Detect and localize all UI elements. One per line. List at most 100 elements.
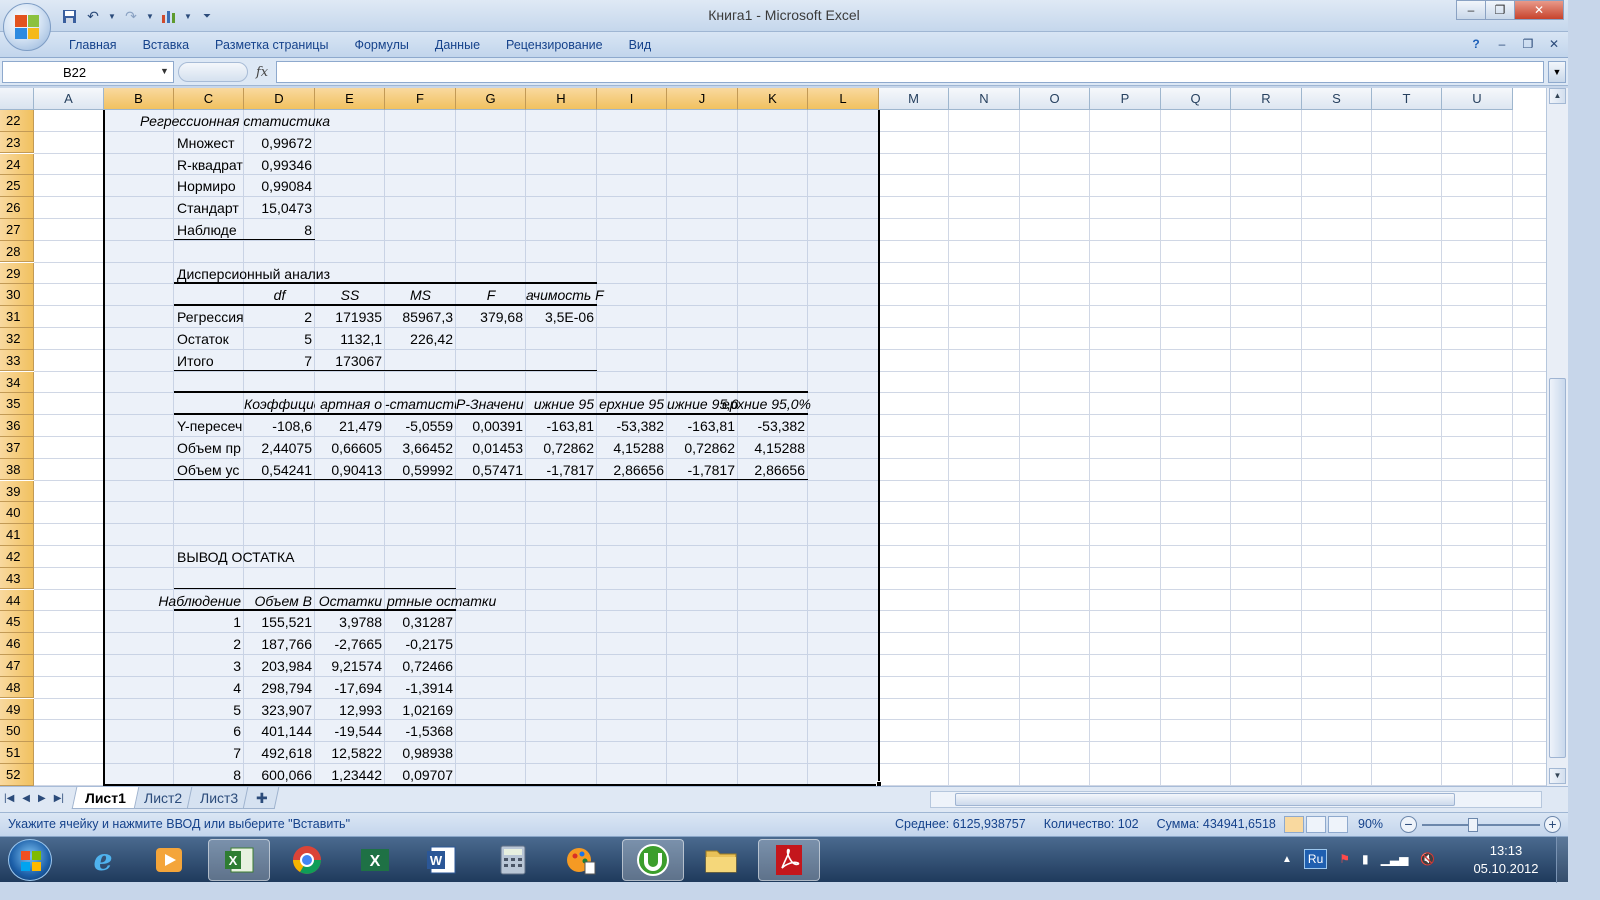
residual-value[interactable]: 12,993 [315,699,385,721]
residual-value[interactable]: 155,521 [244,611,315,633]
coef-value[interactable]: -163,81 [667,415,738,437]
column-header-l[interactable]: L [808,88,879,110]
excel-icon[interactable]: X [344,839,406,881]
horizontal-scroll-thumb[interactable] [955,793,1455,806]
residual-value[interactable]: 203,984 [244,655,315,677]
show-desktop-button[interactable] [1556,837,1568,883]
residual-value[interactable]: 187,766 [244,633,315,655]
network-icon[interactable]: ▁▃▅ [1381,852,1409,866]
residual-value[interactable]: -17,694 [315,677,385,699]
stat-value[interactable]: 0,99672 [244,132,315,154]
anova-row-label[interactable]: Остаток [174,328,244,350]
coef-value[interactable]: 0,01453 [456,437,526,459]
column-header-t[interactable]: T [1372,88,1442,110]
row-header-38[interactable]: 38 [0,458,34,481]
residual-value[interactable]: -0,2175 [385,633,456,655]
row-header-50[interactable]: 50 [0,720,34,743]
ribbon-tab[interactable]: Формулы [341,38,421,56]
zoom-in-button[interactable]: + [1544,816,1561,833]
row-header-29[interactable]: 29 [0,262,34,285]
zoom-slider-thumb[interactable] [1468,818,1478,832]
residuals-header[interactable]: Наблюдение [154,590,244,612]
horizontal-scrollbar[interactable] [930,791,1542,808]
column-header-n[interactable]: N [949,88,1020,110]
coef-value[interactable]: 21,479 [315,415,385,437]
residual-obs[interactable]: 7 [174,742,244,764]
row-header-40[interactable]: 40 [0,502,34,525]
row-header-30[interactable]: 30 [0,284,34,307]
coef-value[interactable]: -53,382 [738,415,808,437]
coef-value[interactable]: 0,00391 [456,415,526,437]
row-header-52[interactable]: 52 [0,764,34,786]
residual-obs[interactable]: 6 [174,720,244,742]
coef-header[interactable]: -статисти [385,393,456,415]
anova-header[interactable]: ачимость F [526,284,626,306]
residuals-header[interactable]: Объем В [244,590,315,612]
anova-value[interactable]: 5 [244,328,315,350]
anova-header[interactable]: SS [315,284,385,306]
column-header-o[interactable]: O [1020,88,1090,110]
row-header-37[interactable]: 37 [0,437,34,459]
sheet-tab[interactable]: Лист1 [71,787,140,809]
residual-value[interactable]: 492,618 [244,742,315,764]
stat-label[interactable]: Множест [174,132,244,154]
row-header-23[interactable]: 23 [0,131,34,154]
ribbon-tab[interactable]: Данные [422,38,493,56]
column-header-b[interactable]: B [104,88,174,110]
coef-value[interactable]: 2,44075 [244,437,315,459]
row-header-43[interactable]: 43 [0,567,34,590]
word-icon[interactable]: W [410,839,472,881]
utorrent-icon[interactable] [622,839,684,881]
anova-value[interactable]: 379,68 [456,306,526,328]
residual-value[interactable]: 0,98938 [385,742,456,764]
column-header-p[interactable]: P [1090,88,1161,110]
coef-value[interactable]: 3,66452 [385,437,456,459]
worksheet-grid[interactable]: ABCDEFGHIJKLMNOPQRSTU 22 23 24 25 26 27 28 29 30… [0,88,1546,786]
row-header-48[interactable]: 48 [0,676,34,699]
taskbar-clock[interactable]: 13:13 05.10.2012 [1460,842,1552,878]
row-header-31[interactable]: 31 [0,306,34,328]
anova-value[interactable]: 3,5E-06 [526,306,597,328]
coef-value[interactable]: -5,0559 [385,415,456,437]
row-header-49[interactable]: 49 [0,698,34,721]
coef-value[interactable]: 0,66605 [315,437,385,459]
anova-header[interactable]: df [244,284,315,306]
coef-header[interactable]: ерхние 95,0% [722,393,811,415]
anova-row-label[interactable]: Регрессия [174,306,244,328]
residual-obs[interactable]: 2 [174,633,244,655]
formula-input[interactable] [276,61,1544,83]
coef-value[interactable]: -163,81 [526,415,597,437]
coef-row-label[interactable]: Объем пр [174,437,244,459]
name-box[interactable]: B22 [2,61,174,83]
column-header-q[interactable]: Q [1161,88,1231,110]
coef-value[interactable]: 0,72862 [667,437,738,459]
ribbon-minimize-button[interactable]: – [1494,37,1510,51]
coef-value[interactable]: 2,86656 [738,459,808,481]
zoom-out-button[interactable]: − [1400,816,1417,833]
anova-value[interactable]: 1132,1 [315,328,385,350]
zoom-level[interactable]: 90% [1358,817,1383,831]
coef-value[interactable]: 0,57471 [456,459,526,481]
coef-value[interactable]: 4,15288 [738,437,808,459]
insert-sheet-icon[interactable]: ✚ [242,787,280,809]
row-header-46[interactable]: 46 [0,633,34,655]
coef-header[interactable]: артная о [315,393,385,415]
tray-expand-icon[interactable]: ▲ [1282,854,1292,865]
insert-function-icon[interactable]: fx [256,65,268,80]
minimize-button[interactable]: – [1456,0,1486,20]
column-header-c[interactable]: C [174,88,244,110]
coef-value[interactable]: -1,7817 [526,459,597,481]
ribbon-tab[interactable]: Вставка [130,38,202,56]
row-header-39[interactable]: 39 [0,480,34,503]
language-indicator[interactable]: Ru [1303,849,1328,869]
column-header-j[interactable]: J [667,88,738,110]
row-header-26[interactable]: 26 [0,197,34,219]
residual-value[interactable]: 0,72466 [385,655,456,677]
device-icon[interactable]: ▮ [1362,852,1369,866]
residual-obs[interactable]: 4 [174,677,244,699]
internet-explorer-icon[interactable]: e [72,839,134,881]
residual-value[interactable]: 0,31287 [385,611,456,633]
paint-icon[interactable] [550,839,612,881]
coef-header[interactable]: ерхние 95 [597,393,667,415]
coef-header[interactable]: ижние 95 [526,393,597,415]
